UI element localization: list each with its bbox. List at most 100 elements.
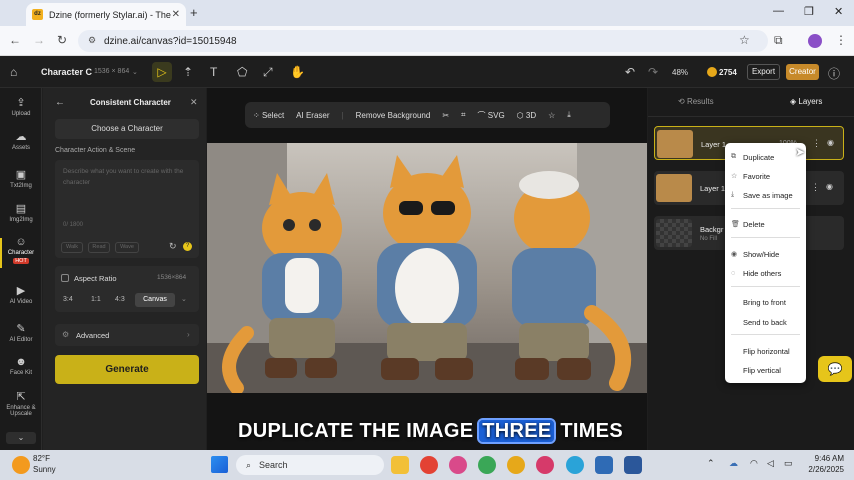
canvas-image[interactable]	[207, 143, 647, 395]
clock-time[interactable]: 9:46 AM	[800, 454, 844, 463]
hand-tool-icon[interactable]: ✋	[290, 65, 305, 79]
nav-face-kit[interactable]: ☻ Face Kit	[0, 356, 42, 376]
word-icon[interactable]	[624, 456, 642, 474]
chrome-alt2-icon[interactable]	[507, 456, 525, 474]
nav-expand-icon[interactable]: ⌄	[6, 432, 36, 444]
chrome-icon[interactable]	[420, 456, 438, 474]
onedrive-icon[interactable]: ☁	[729, 458, 738, 469]
menu-favorite[interactable]: ☆ Favorite	[725, 167, 806, 185]
nav-enhance[interactable]: ⇱ Enhance & Upscale	[0, 390, 42, 417]
reload-icon[interactable]: ↻	[57, 33, 67, 47]
download-icon[interactable]: ⤓	[567, 110, 571, 120]
expand-tool-icon[interactable]: ⤢	[263, 65, 273, 80]
refresh-icon[interactable]: ↻	[169, 241, 177, 252]
close-panel-icon[interactable]: ✕	[190, 97, 198, 108]
help-icon[interactable]: ⓘ	[828, 65, 840, 82]
remove-background-tool[interactable]: Remove Background	[356, 111, 431, 120]
menu-delete[interactable]: 🗑 Delete	[725, 215, 806, 233]
close-window-icon[interactable]: ✕	[834, 5, 843, 18]
redo-icon[interactable]: ↷	[648, 65, 658, 79]
file-explorer-icon[interactable]	[391, 456, 409, 474]
ratio-4-3[interactable]: 4:3	[115, 296, 125, 303]
choose-character-button[interactable]: Choose a Character	[55, 119, 199, 139]
nav-txt2img[interactable]: ▣ Txt2Img	[0, 168, 42, 189]
menu-flip-horizontal[interactable]: Flip horizontal	[725, 342, 806, 360]
back-icon[interactable]: ←	[9, 33, 21, 47]
weather-desc[interactable]: Sunny	[33, 465, 56, 474]
nav-assets[interactable]: ☁ Assets	[0, 130, 42, 151]
site-info-icon[interactable]: ⚙	[88, 35, 96, 46]
weather-icon[interactable]	[12, 456, 30, 474]
menu-hide-others[interactable]: ◌ Hide others	[725, 264, 806, 282]
forward-icon[interactable]: →	[33, 33, 45, 47]
minimize-icon[interactable]: —	[773, 5, 784, 17]
3d-tool[interactable]: ⬡ 3D	[517, 111, 536, 120]
app-icon[interactable]	[595, 456, 613, 474]
chip-wave[interactable]: Wave	[115, 242, 139, 253]
maximize-icon[interactable]: ❐	[804, 5, 814, 18]
nav-upload[interactable]: ⇪ Upload	[0, 96, 42, 117]
visibility-eye-icon[interactable]: ◉	[826, 182, 833, 191]
chrome-alt-icon[interactable]	[478, 456, 496, 474]
volume-icon[interactable]: ◁	[767, 458, 774, 469]
layer-menu-icon[interactable]: ⋮	[812, 138, 821, 149]
svg-tool[interactable]: ⌒ SVG	[478, 110, 505, 121]
crop-icon[interactable]: ⌗	[461, 110, 466, 120]
scissors-icon[interactable]: ✂	[442, 111, 449, 120]
ratio-dropdown-icon[interactable]: ⌄	[181, 295, 187, 303]
extensions-icon[interactable]: ⧉	[774, 33, 783, 48]
battery-icon[interactable]: ▭	[784, 458, 793, 469]
zoom-level[interactable]: 48%	[672, 68, 688, 77]
results-tab[interactable]: ⟲ Results	[678, 97, 714, 106]
taskbar-search[interactable]: ⌕ Search	[236, 455, 384, 475]
bookmark-star-icon[interactable]: ☆	[739, 33, 750, 47]
menu-show-hide[interactable]: ◉ Show/Hide	[725, 245, 806, 263]
generate-button[interactable]: Generate	[55, 355, 199, 384]
clock-date[interactable]: 2/26/2025	[796, 465, 844, 474]
menu-duplicate[interactable]: ⧉ Duplicate	[725, 148, 806, 166]
weather-temp[interactable]: 82°F	[33, 454, 50, 463]
browser-menu-icon[interactable]: ⋮	[835, 33, 847, 47]
select-tool[interactable]: ⁘ Select	[253, 111, 284, 120]
upload-tool-icon[interactable]: ⇡	[183, 65, 193, 79]
url-field[interactable]: ⚙ dzine.ai/canvas?id=15015948	[78, 30, 768, 52]
favorite-star-icon[interactable]: ☆	[548, 111, 555, 120]
nav-ai-editor[interactable]: ✎ AI Editor	[0, 322, 42, 343]
advanced-section[interactable]: ⚙ Advanced ›	[55, 324, 199, 346]
profile-avatar[interactable]	[808, 34, 822, 48]
chrome-profile-icon[interactable]	[449, 456, 467, 474]
nav-ai-video[interactable]: ▶ AI Video	[0, 284, 42, 305]
wifi-icon[interactable]: ◠	[750, 458, 758, 469]
menu-flip-vertical[interactable]: Flip vertical	[725, 361, 806, 379]
browser-tab[interactable]: dz Dzine (formerly Stylar.ai) - The ✕	[26, 3, 186, 26]
chat-support-icon[interactable]: 💬	[818, 356, 852, 382]
layers-tab[interactable]: ◈ Layers	[790, 97, 822, 106]
menu-save-as-image[interactable]: ⤓ Save as image	[725, 186, 806, 204]
ratio-3-4[interactable]: 3:4	[63, 296, 73, 303]
move-tool-icon[interactable]: ▷	[152, 62, 172, 82]
telegram-icon[interactable]	[566, 456, 584, 474]
ratio-1-1[interactable]: 1:1	[91, 296, 101, 303]
chip-walk[interactable]: Walk	[61, 242, 83, 253]
menu-bring-to-front[interactable]: Bring to front	[725, 293, 806, 311]
close-tab-icon[interactable]: ✕	[172, 9, 180, 20]
help-circle-icon[interactable]: ?	[183, 242, 192, 251]
home-icon[interactable]: ⌂	[10, 65, 17, 79]
export-button[interactable]: Export	[747, 64, 780, 80]
project-name[interactable]: Character C	[41, 67, 92, 77]
shape-tool-icon[interactable]: ⬠	[237, 65, 247, 79]
tray-chevron-icon[interactable]: ⌃	[707, 458, 715, 469]
chevron-down-icon[interactable]: ⌄	[132, 68, 138, 76]
text-tool-icon[interactable]: T	[210, 65, 217, 79]
undo-icon[interactable]: ↶	[625, 65, 635, 79]
creator-button[interactable]: Creator	[786, 64, 819, 80]
chip-read[interactable]: Read	[88, 242, 110, 253]
windows-start-icon[interactable]	[211, 456, 228, 473]
ratio-canvas[interactable]: Canvas	[135, 293, 175, 307]
menu-send-to-back[interactable]: Send to back	[725, 313, 806, 331]
nav-character[interactable]: ☺ Character HOT	[0, 236, 42, 264]
layer-menu-icon[interactable]: ⋮	[811, 182, 820, 193]
nav-img2img[interactable]: ▤ Img2Img	[0, 202, 42, 223]
back-arrow-icon[interactable]: ←	[55, 97, 65, 108]
scene-textarea[interactable]: Describe what you want to create with th…	[55, 160, 199, 258]
